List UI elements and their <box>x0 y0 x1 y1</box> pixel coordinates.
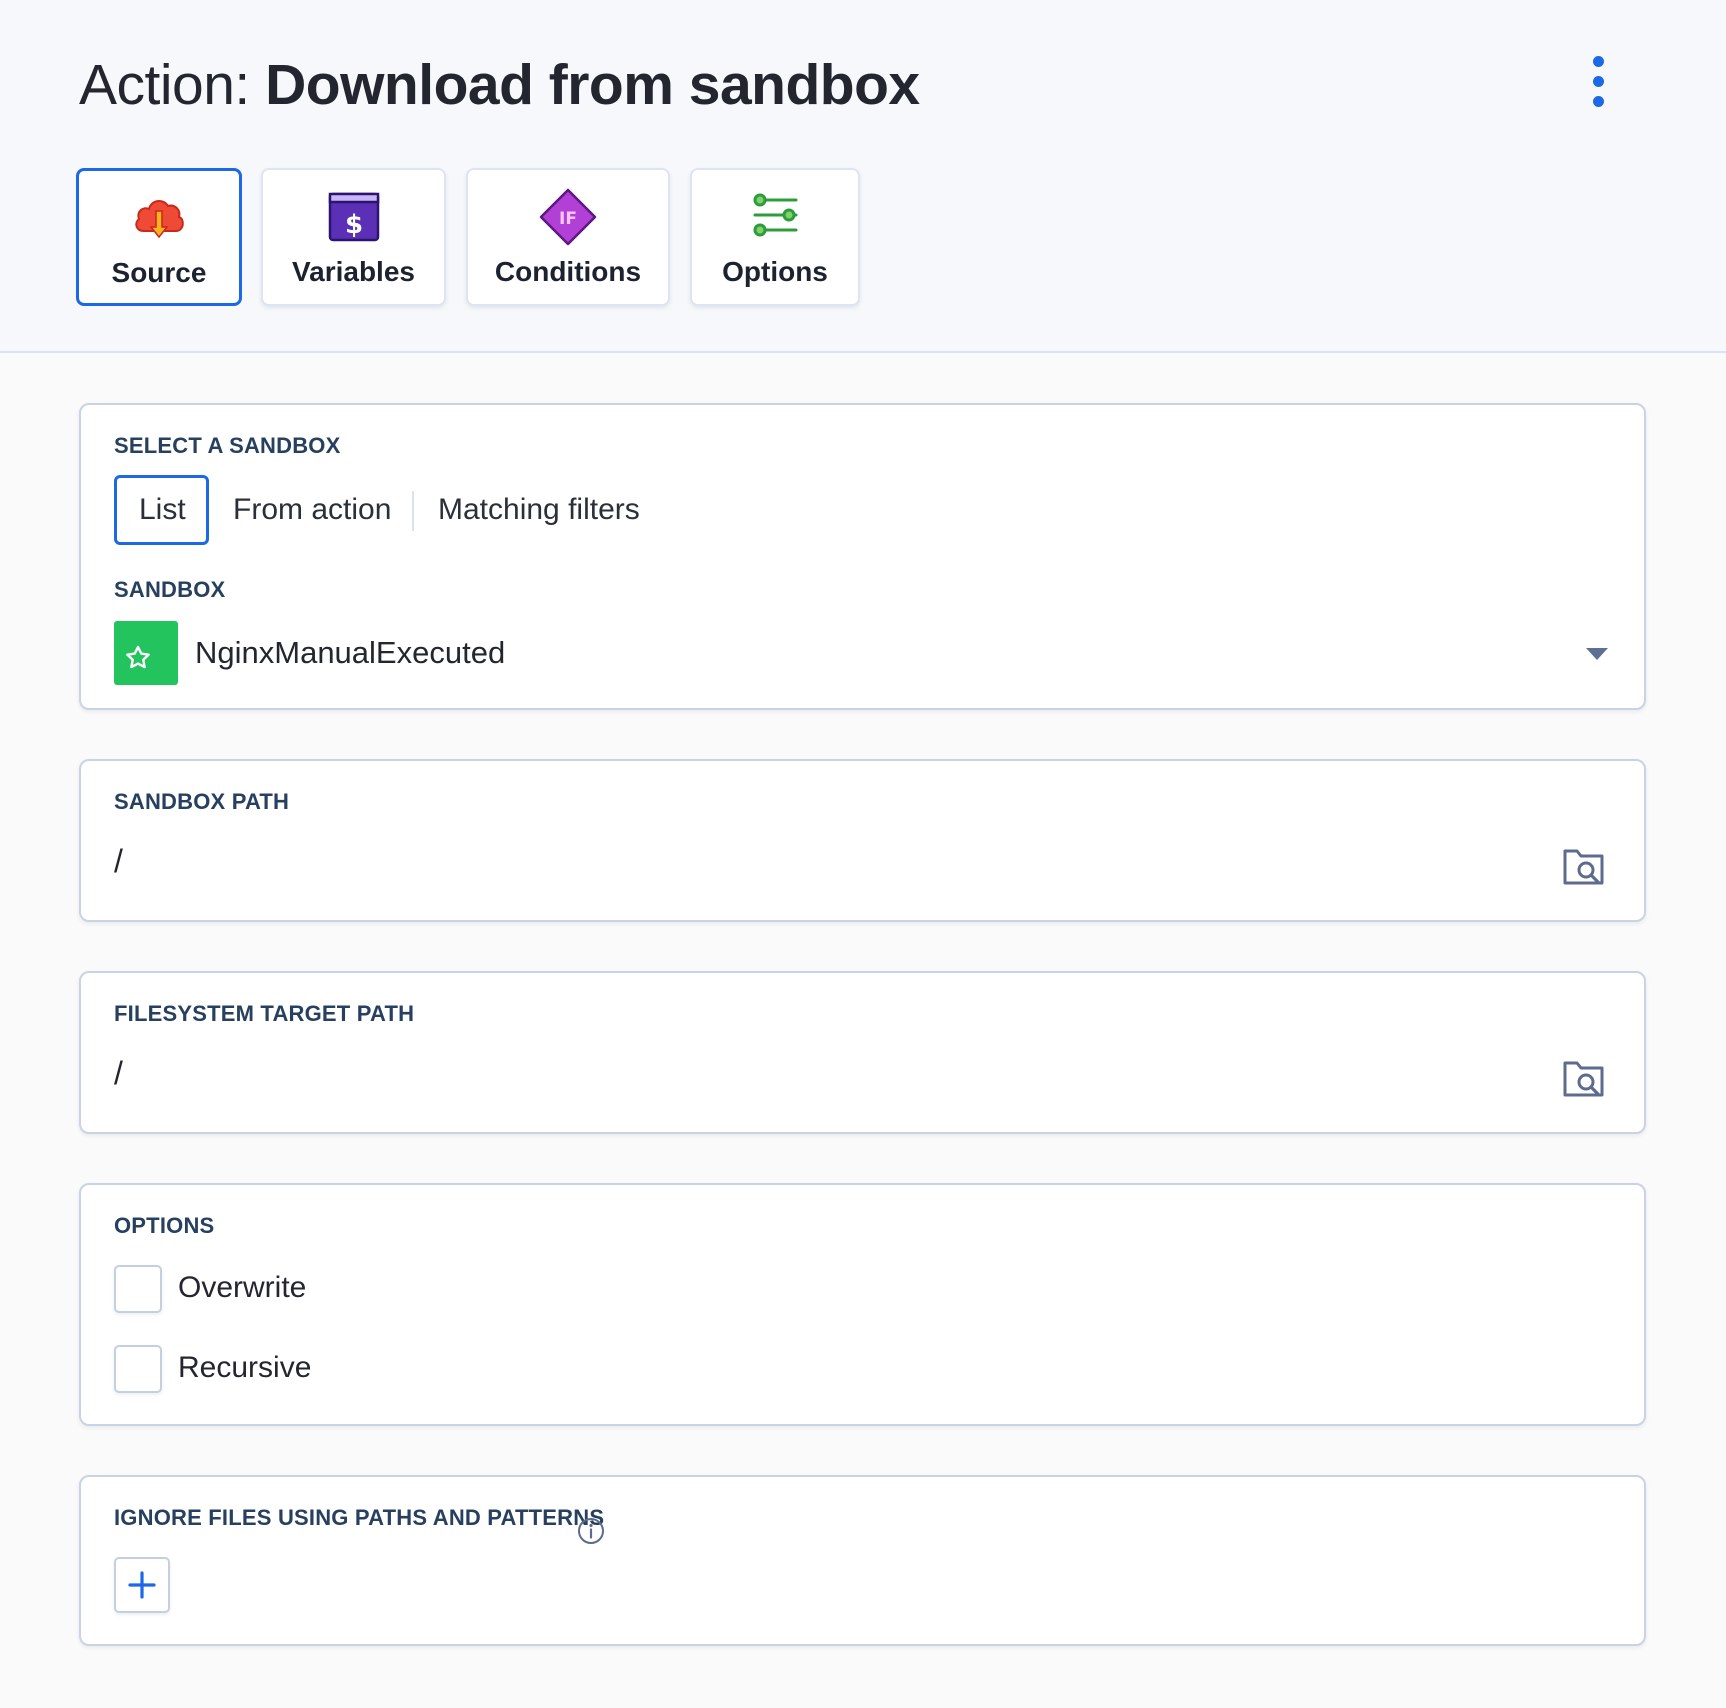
mode-from-action-button[interactable]: From action <box>233 475 391 545</box>
add-pattern-button[interactable] <box>114 1557 170 1613</box>
sandbox-path-label: SANDBOX PATH <box>114 789 290 814</box>
tab-label: Variables <box>292 256 415 287</box>
tab-source[interactable]: Source <box>76 168 242 306</box>
folder-search-icon[interactable] <box>1561 1055 1607 1101</box>
tab-conditions[interactable]: IF Conditions <box>466 168 670 306</box>
title-action-name: Download from sandbox <box>265 53 920 117</box>
target-path-card: FILESYSTEM TARGET PATH / <box>79 971 1646 1134</box>
recursive-checkbox[interactable] <box>114 1345 162 1393</box>
folder-search-icon[interactable] <box>1561 843 1607 889</box>
sandbox-select-value: NginxManualExecuted <box>195 635 506 670</box>
tab-label: Conditions <box>494 256 642 287</box>
tab-variables[interactable]: $ Variables <box>261 168 446 306</box>
title-prefix: Action: <box>79 53 250 117</box>
sandbox-path-input[interactable]: / <box>114 843 123 880</box>
plus-icon <box>128 1571 156 1599</box>
ignore-files-label: IGNORE FILES USING PATHS AND PATTERNS <box>114 1505 605 1530</box>
ignore-files-card: IGNORE FILES USING PATHS AND PATTERNS <box>79 1475 1646 1646</box>
sandbox-path-card: SANDBOX PATH / <box>79 759 1646 922</box>
options-card: OPTIONS Overwrite Recursive <box>79 1183 1646 1426</box>
overwrite-checkbox[interactable] <box>114 1265 162 1313</box>
dollar-variable-icon: $ <box>328 192 379 242</box>
info-icon[interactable] <box>577 1517 605 1545</box>
tab-label: Options <box>722 256 828 287</box>
kebab-menu-icon[interactable] <box>1582 54 1614 110</box>
star-icon <box>126 645 150 669</box>
chevron-down-icon <box>1586 648 1608 660</box>
tab-options[interactable]: Options <box>690 168 860 306</box>
sandbox-select[interactable]: NginxManualExecuted <box>114 621 1614 685</box>
recursive-label: Recursive <box>178 1351 312 1384</box>
svg-text:IF: IF <box>559 209 577 229</box>
svg-text:$: $ <box>344 210 362 240</box>
target-path-input[interactable]: / <box>114 1055 123 1092</box>
tab-label: Source <box>111 257 207 288</box>
action-header: Action: Download from sandbox Source $ V… <box>0 0 1726 353</box>
sandbox-badge <box>114 621 178 685</box>
sandbox-label: SANDBOX <box>114 577 226 602</box>
overwrite-label: Overwrite <box>178 1271 307 1304</box>
mode-matching-filters-button[interactable]: Matching filters <box>438 475 640 545</box>
options-label: OPTIONS <box>114 1213 215 1238</box>
select-sandbox-card: SELECT A SANDBOX List From action Matchi… <box>79 403 1646 710</box>
page-title: Action: Download from sandbox <box>79 52 920 118</box>
segment-divider <box>412 491 414 531</box>
if-diamond-icon: IF <box>539 188 597 246</box>
mode-list-button[interactable]: List <box>114 475 209 545</box>
cloud-download-icon <box>135 200 184 239</box>
target-path-label: FILESYSTEM TARGET PATH <box>114 1001 415 1026</box>
sliders-icon <box>753 193 798 237</box>
select-sandbox-label: SELECT A SANDBOX <box>114 433 341 458</box>
